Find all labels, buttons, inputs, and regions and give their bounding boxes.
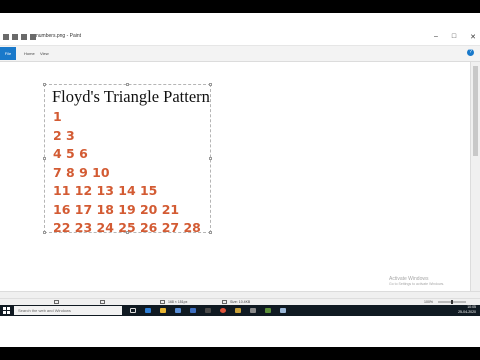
image-size-icon bbox=[160, 300, 165, 304]
window-controls: – □ ✕ bbox=[434, 33, 476, 41]
watermark-subtitle: Go to Settings to activate Windows. bbox=[389, 282, 445, 286]
resize-handle[interactable] bbox=[209, 83, 212, 86]
mail-icon[interactable] bbox=[190, 308, 196, 313]
resize-handle[interactable] bbox=[209, 157, 212, 160]
task-view-icon[interactable] bbox=[130, 308, 136, 313]
edge-icon[interactable] bbox=[145, 308, 151, 313]
windows-start-icon[interactable] bbox=[3, 307, 10, 314]
chrome-icon[interactable] bbox=[220, 308, 226, 313]
file-explorer-icon[interactable] bbox=[160, 308, 166, 313]
triangle-row: 2 3 bbox=[53, 127, 75, 143]
tab-view[interactable]: View bbox=[40, 51, 49, 56]
title-bar: numbers.png - Paint – □ ✕ bbox=[0, 30, 480, 46]
undo-icon[interactable] bbox=[21, 34, 27, 40]
taskbar-app-icon[interactable] bbox=[235, 308, 241, 313]
image-dimensions: 168 × 151px bbox=[168, 300, 188, 304]
store-icon[interactable] bbox=[175, 308, 181, 313]
resize-handle[interactable] bbox=[43, 157, 46, 160]
vertical-scrollbar[interactable] bbox=[470, 62, 480, 291]
triangle-row: 22 23 24 25 26 27 28 bbox=[53, 220, 201, 235]
resize-handle[interactable] bbox=[126, 83, 129, 86]
window-title: numbers.png - Paint bbox=[36, 33, 82, 39]
resize-handle[interactable] bbox=[43, 231, 46, 234]
pattern-title: Floyd's Triangle Pattern bbox=[52, 87, 210, 106]
media-player-icon[interactable] bbox=[265, 308, 271, 313]
triangle-row: 11 12 13 14 15 bbox=[53, 183, 158, 198]
quick-access-toolbar bbox=[3, 34, 36, 40]
clock-date: 25-04-2020 bbox=[458, 310, 476, 314]
cursor-position-icon bbox=[54, 300, 59, 304]
help-icon[interactable]: ? bbox=[467, 49, 474, 56]
taskbar-search-input[interactable]: Search the web and Windows bbox=[14, 306, 122, 315]
maximize-button[interactable]: □ bbox=[452, 33, 456, 41]
taskbar-app-icon[interactable] bbox=[205, 308, 211, 313]
resize-handle[interactable] bbox=[209, 231, 212, 234]
zoom-level: 100% bbox=[424, 300, 433, 304]
system-tray-clock[interactable]: 10:05 25-04-2020 bbox=[458, 305, 476, 315]
triangle-rows: 1 2 3 4 5 6 7 8 9 10 11 12 13 14 15 16 1… bbox=[53, 108, 201, 238]
file-size-icon bbox=[222, 300, 227, 304]
activate-windows-watermark: Activate Windows Go to Settings to activ… bbox=[389, 276, 444, 286]
resize-handle[interactable] bbox=[43, 83, 46, 86]
triangle-row: 7 8 9 10 bbox=[53, 164, 110, 180]
zoom-slider[interactable] bbox=[438, 300, 466, 304]
ribbon-tabs: File Home View ? bbox=[0, 46, 480, 62]
selection-size-icon bbox=[100, 300, 105, 304]
triangle-row: 16 17 18 19 20 21 bbox=[53, 201, 180, 217]
save-icon[interactable] bbox=[12, 34, 18, 40]
tab-file[interactable]: File bbox=[0, 47, 16, 60]
close-button[interactable]: ✕ bbox=[470, 33, 476, 41]
triangle-row: 1 bbox=[53, 109, 62, 124]
scrollbar-thumb[interactable] bbox=[473, 66, 478, 156]
triangle-row: 4 5 6 bbox=[53, 146, 88, 161]
canvas-image[interactable]: Floyd's Triangle Pattern 1 2 3 4 5 6 7 8… bbox=[43, 83, 212, 235]
paint-app-icon bbox=[3, 34, 9, 40]
minimize-button[interactable]: – bbox=[434, 33, 438, 41]
taskbar-app-icon[interactable] bbox=[250, 308, 256, 313]
tab-home[interactable]: Home bbox=[24, 51, 35, 56]
file-size: Size: 10.4KB bbox=[230, 300, 251, 304]
paint-icon[interactable] bbox=[280, 308, 286, 313]
taskbar: Search the web and Windows 10:05 25-04-2… bbox=[0, 305, 480, 316]
